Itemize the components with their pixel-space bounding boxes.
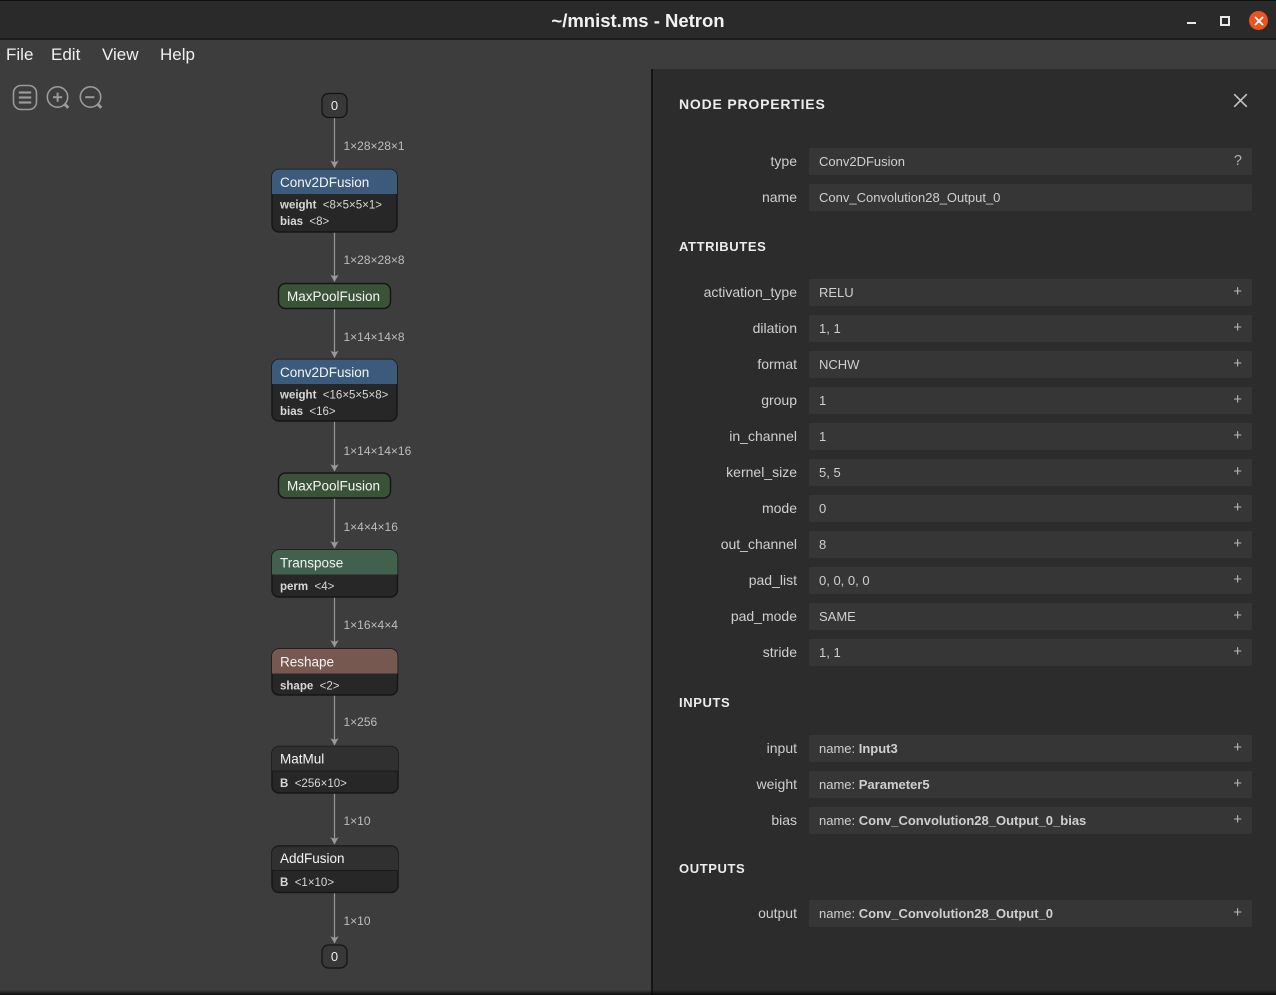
svg-text:1×14×14×16: 1×14×14×16 [344, 444, 412, 458]
svg-text:B <1×10>: B <1×10> [280, 877, 334, 889]
svg-text:bias <8>: bias <8> [280, 216, 330, 228]
svg-text:0: 0 [331, 949, 338, 964]
svg-text:1×10: 1×10 [344, 814, 371, 828]
svg-text:1×4×4×16: 1×4×4×16 [344, 520, 399, 534]
svg-text:Reshape: Reshape [280, 655, 334, 670]
svg-text:0: 0 [331, 98, 338, 113]
svg-text:shape <2>: shape <2> [280, 681, 340, 693]
svg-text:1×28×28×1: 1×28×28×1 [344, 139, 405, 153]
svg-text:Transpose: Transpose [280, 556, 343, 571]
svg-text:1×10: 1×10 [344, 914, 371, 928]
svg-text:weight <16×5×5×8>: weight <16×5×5×8> [279, 390, 389, 402]
svg-text:Conv2DFusion: Conv2DFusion [280, 365, 369, 380]
svg-text:weight <8×5×5×1>: weight <8×5×5×1> [279, 200, 382, 212]
svg-text:MaxPoolFusion: MaxPoolFusion [287, 289, 380, 304]
svg-text:AddFusion: AddFusion [280, 851, 345, 866]
svg-text:perm <4>: perm <4> [280, 581, 335, 593]
svg-text:1×28×28×8: 1×28×28×8 [344, 253, 405, 267]
svg-text:MatMul: MatMul [280, 752, 324, 767]
svg-text:1×256: 1×256 [344, 715, 378, 729]
svg-text:1×14×14×8: 1×14×14×8 [344, 330, 405, 344]
svg-text:MaxPoolFusion: MaxPoolFusion [287, 479, 380, 494]
svg-text:Conv2DFusion: Conv2DFusion [280, 175, 369, 190]
svg-text:bias <16>: bias <16> [280, 406, 336, 418]
svg-text:B <256×10>: B <256×10> [280, 778, 347, 790]
svg-text:1×16×4×4: 1×16×4×4 [344, 618, 399, 632]
